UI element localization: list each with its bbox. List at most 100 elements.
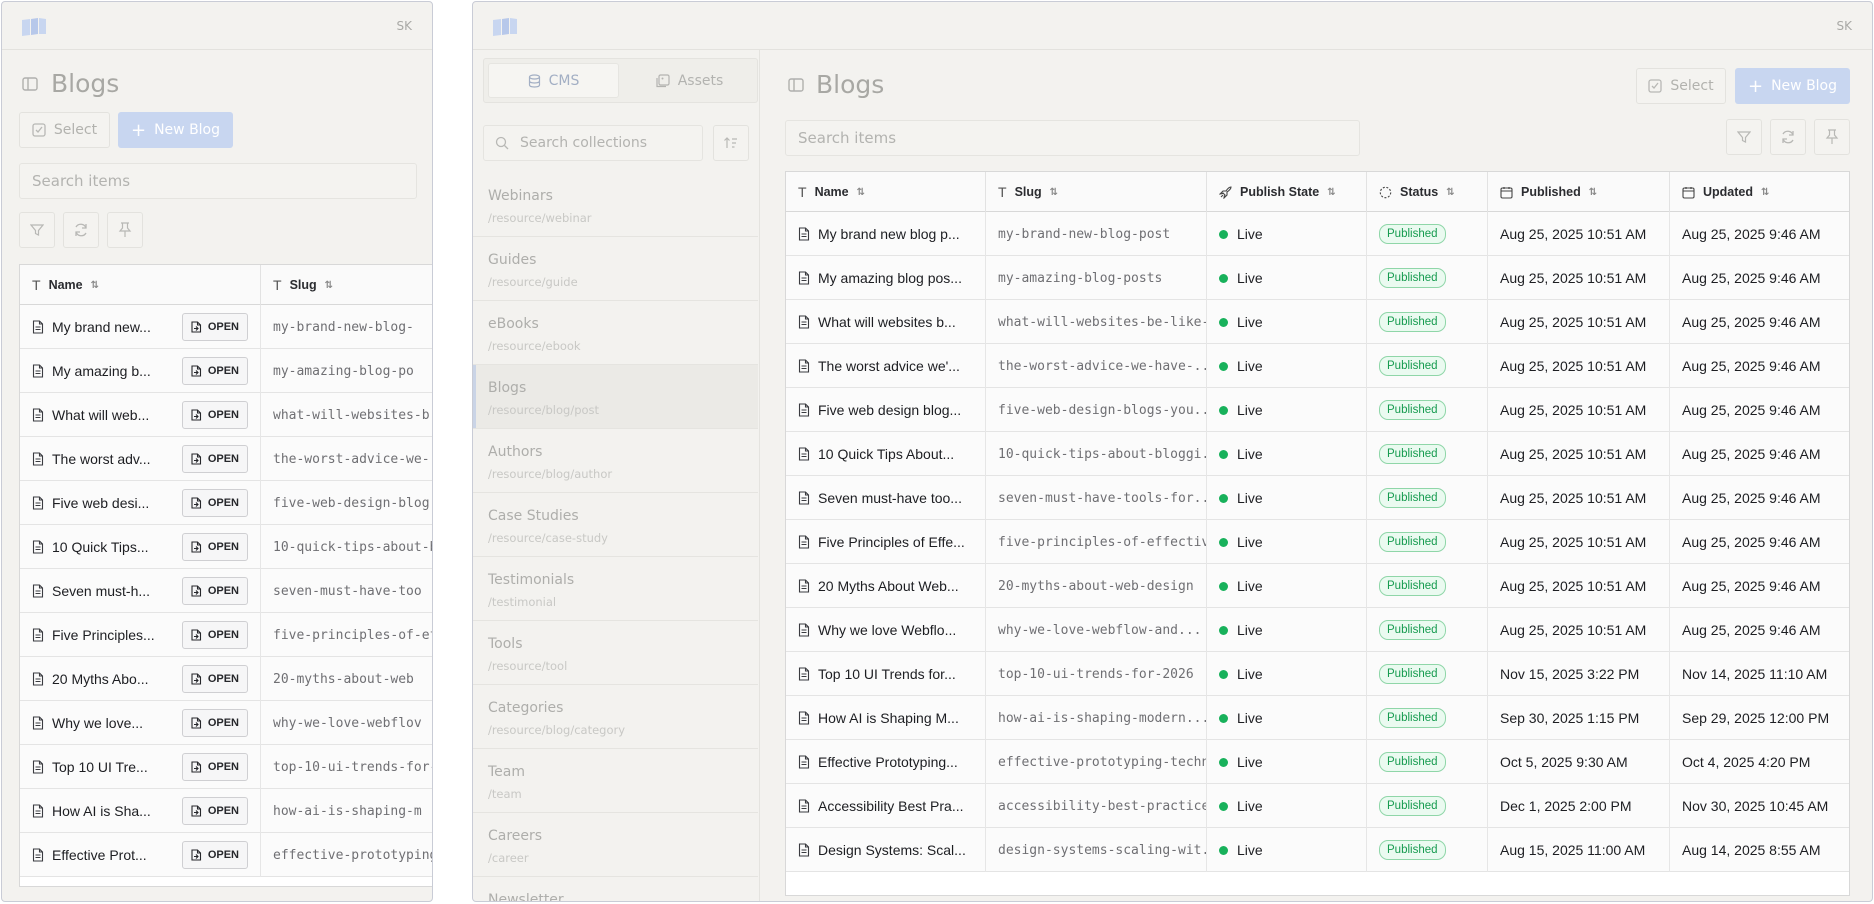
open-button[interactable]: OPEN <box>181 709 248 737</box>
select-button[interactable]: Select <box>1636 68 1726 104</box>
search-input[interactable]: Search items <box>785 120 1360 156</box>
name-cell[interactable]: Effective Prototyping... <box>786 740 986 784</box>
table-row[interactable]: Accessibility Best Pra... accessibility-b… <box>786 784 1849 828</box>
name-cell[interactable]: 20 Myths About Web... <box>786 564 986 608</box>
table-row[interactable]: Five web desi... OPEN five-web-design-blog <box>20 481 432 525</box>
open-button[interactable]: OPEN <box>181 357 248 385</box>
name-cell[interactable]: My amazing blog pos... <box>786 256 986 300</box>
table-row[interactable]: My brand new blog p... my-brand-new-blog-… <box>786 212 1849 256</box>
name-cell[interactable]: Seven must-h... OPEN <box>20 569 261 613</box>
sort-icon[interactable]: ⇅ <box>1327 187 1335 198</box>
table-row[interactable]: Top 10 UI Tre... OPEN top-10-ui-trends-for… <box>20 745 432 789</box>
filter-button[interactable] <box>19 212 55 248</box>
column-header-published[interactable]: Published ⇅ <box>1488 172 1670 212</box>
tab-assets[interactable]: Assets <box>624 63 755 98</box>
app-logo-icon[interactable] <box>491 17 519 37</box>
name-cell[interactable]: Five web desi... OPEN <box>20 481 261 525</box>
table-row[interactable]: The worst adv... OPEN the-worst-advice-we- <box>20 437 432 481</box>
collection-item-guides[interactable]: Guides/resource/guide <box>473 237 758 301</box>
table-row[interactable]: Effective Prot... OPEN effective-prototypi… <box>20 833 432 877</box>
name-cell[interactable]: How AI is Sha... OPEN <box>20 789 261 833</box>
sort-icon[interactable]: ⇅ <box>1761 187 1769 198</box>
name-cell[interactable]: Why we love Webflo... <box>786 608 986 652</box>
table-row[interactable]: How AI is Shaping M... how-ai-is-shaping-… <box>786 696 1849 740</box>
collections-search-input[interactable]: Search collections <box>483 125 703 161</box>
open-button[interactable]: OPEN <box>181 313 248 341</box>
sort-icon[interactable]: ⇅ <box>1050 187 1058 198</box>
name-cell[interactable]: Seven must-have too... <box>786 476 986 520</box>
sort-icon[interactable]: ⇅ <box>91 280 99 291</box>
table-row[interactable]: Effective Prototyping... effective-protot… <box>786 740 1849 784</box>
open-button[interactable]: OPEN <box>181 621 248 649</box>
open-button[interactable]: OPEN <box>181 445 248 473</box>
collection-item-careers[interactable]: Careers/career <box>473 813 758 877</box>
table-row[interactable]: 10 Quick Tips About... 10-quick-tips-abou… <box>786 432 1849 476</box>
table-row[interactable]: My amazing b... OPEN my-amazing-blog-po <box>20 349 432 393</box>
table-row[interactable]: Why we love... OPEN why-we-love-webflov <box>20 701 432 745</box>
column-header-slug[interactable]: T Slug ⇅ <box>261 265 432 305</box>
name-cell[interactable]: Design Systems: Scal... <box>786 828 986 872</box>
open-button[interactable]: OPEN <box>181 841 248 869</box>
table-row[interactable]: My amazing blog pos... my-amazing-blog-po… <box>786 256 1849 300</box>
refresh-button[interactable] <box>63 212 99 248</box>
table-row[interactable]: Design Systems: Scal... design-systems-sc… <box>786 828 1849 872</box>
table-row[interactable]: The worst advice we'... the-worst-advice-… <box>786 344 1849 388</box>
name-cell[interactable]: 10 Quick Tips... OPEN <box>20 525 261 569</box>
table-row[interactable]: Seven must-have too... seven-must-have-to… <box>786 476 1849 520</box>
name-cell[interactable]: The worst adv... OPEN <box>20 437 261 481</box>
pin-button[interactable] <box>1814 119 1850 155</box>
open-button[interactable]: OPEN <box>181 489 248 517</box>
column-header-name[interactable]: T Name ⇅ <box>20 265 261 305</box>
name-cell[interactable]: The worst advice we'... <box>786 344 986 388</box>
pin-button[interactable] <box>107 212 143 248</box>
collection-item-categories[interactable]: Categories/resource/blog/category <box>473 685 758 749</box>
table-row[interactable]: Five web design blog... five-web-design-b… <box>786 388 1849 432</box>
table-row[interactable]: 20 Myths About Web... 20-myths-about-web-… <box>786 564 1849 608</box>
tab-cms[interactable]: CMS <box>488 63 619 98</box>
open-button[interactable]: OPEN <box>181 797 248 825</box>
table-row[interactable]: Five Principles of Effe... five-principle… <box>786 520 1849 564</box>
collection-item-newsletter[interactable]: Newsletter <box>473 877 758 901</box>
name-cell[interactable]: Top 10 UI Tre... OPEN <box>20 745 261 789</box>
collection-item-ebooks[interactable]: eBooks/resource/ebook <box>473 301 758 365</box>
collection-item-webinars[interactable]: Webinars/resource/webinar <box>473 173 758 237</box>
app-logo-icon[interactable] <box>20 17 48 37</box>
column-header-updated[interactable]: Updated ⇅ <box>1670 172 1849 212</box>
name-cell[interactable]: My brand new... OPEN <box>20 305 261 349</box>
sort-icon[interactable]: ⇅ <box>857 187 865 198</box>
table-row[interactable]: Five Principles... OPEN five-principles-of… <box>20 613 432 657</box>
name-cell[interactable]: How AI is Shaping M... <box>786 696 986 740</box>
select-button[interactable]: Select <box>19 112 110 148</box>
user-avatar[interactable]: SK <box>397 19 413 33</box>
table-row[interactable]: How AI is Sha... OPEN how-ai-is-shaping-m <box>20 789 432 833</box>
table-row[interactable]: Seven must-h... OPEN seven-must-have-too <box>20 569 432 613</box>
column-header-status[interactable]: Status ⇅ <box>1367 172 1488 212</box>
refresh-button[interactable] <box>1770 119 1806 155</box>
open-button[interactable]: OPEN <box>181 665 248 693</box>
name-cell[interactable]: Five Principles of Effe... <box>786 520 986 564</box>
name-cell[interactable]: Five web design blog... <box>786 388 986 432</box>
open-button[interactable]: OPEN <box>181 753 248 781</box>
search-input[interactable]: Search items <box>19 163 417 199</box>
name-cell[interactable]: 10 Quick Tips About... <box>786 432 986 476</box>
name-cell[interactable]: What will websites b... <box>786 300 986 344</box>
name-cell[interactable]: My brand new blog p... <box>786 212 986 256</box>
sidebar-toggle-icon[interactable] <box>788 78 804 92</box>
column-header-name[interactable]: T Name ⇅ <box>786 172 986 212</box>
table-row[interactable]: My brand new... OPEN my-brand-new-blog- <box>20 305 432 349</box>
collection-item-authors[interactable]: Authors/resource/blog/author <box>473 429 758 493</box>
name-cell[interactable]: My amazing b... OPEN <box>20 349 261 393</box>
open-button[interactable]: OPEN <box>181 577 248 605</box>
new-blog-button[interactable]: + New Blog <box>1735 68 1850 104</box>
collection-item-case-studies[interactable]: Case Studies/resource/case-study <box>473 493 758 557</box>
table-row[interactable]: What will websites b... what-will-website… <box>786 300 1849 344</box>
filter-button[interactable] <box>1726 119 1762 155</box>
table-row[interactable]: Top 10 UI Trends for... top-10-ui-trends-… <box>786 652 1849 696</box>
collection-item-team[interactable]: Team/team <box>473 749 758 813</box>
name-cell[interactable]: Top 10 UI Trends for... <box>786 652 986 696</box>
sidebar-toggle-icon[interactable] <box>22 77 38 91</box>
collection-item-testimonials[interactable]: Testimonials/testimonial <box>473 557 758 621</box>
open-button[interactable]: OPEN <box>181 401 248 429</box>
new-blog-button[interactable]: + New Blog <box>118 112 233 148</box>
collection-item-tools[interactable]: Tools/resource/tool <box>473 621 758 685</box>
